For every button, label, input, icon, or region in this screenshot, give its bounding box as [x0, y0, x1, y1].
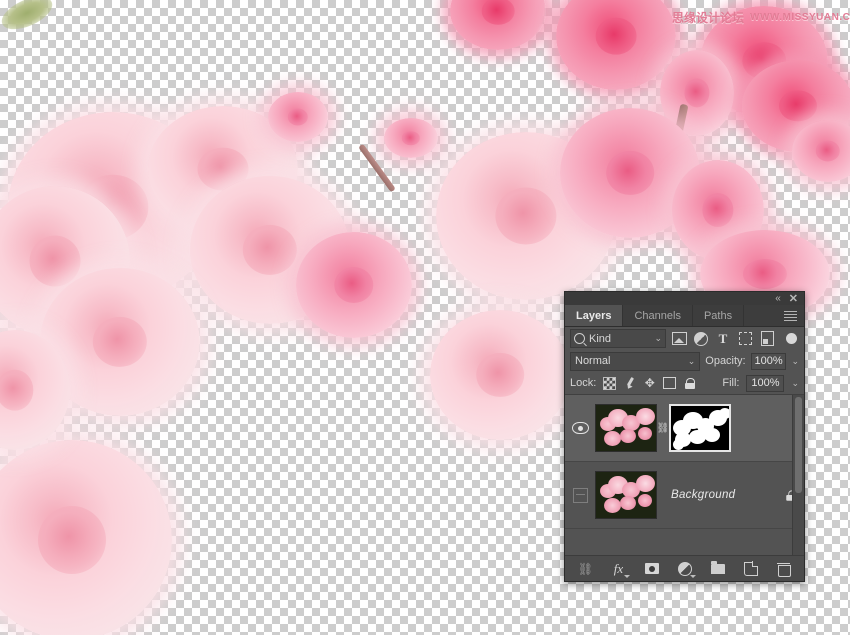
layer-thumbnail[interactable] — [595, 471, 657, 519]
trash-icon — [778, 563, 789, 575]
blend-mode-row: Normal ⌄ Opacity: 100% ⌄ — [565, 350, 804, 372]
layer-style-button[interactable]: fx — [611, 561, 626, 576]
adjustment-icon — [694, 332, 708, 346]
chevron-down-icon — [624, 575, 630, 578]
filter-adjustment-layers-button[interactable] — [692, 330, 710, 348]
blend-mode-dropdown[interactable]: Normal ⌄ — [570, 352, 700, 371]
new-group-button[interactable] — [710, 561, 725, 576]
rose-blossom — [384, 118, 438, 158]
filter-type-layers-button[interactable]: T — [714, 330, 732, 348]
layers-panel-footer: ⛓ fx — [565, 555, 804, 581]
layers-panel[interactable]: « ✕ Layers Channels Paths Kind ⌄ T Norma… — [564, 291, 805, 582]
chevron-down-icon — [690, 575, 696, 578]
tab-layers[interactable]: Layers — [565, 305, 623, 326]
watermark: 思缘设计论坛 WWW.MISSYUAN.COM — [672, 9, 844, 25]
opacity-slider-chevron-icon[interactable]: ⌄ — [791, 357, 799, 366]
filter-smart-objects-button[interactable] — [758, 330, 776, 348]
fill-label: Fill: — [722, 377, 739, 389]
checkerboard-icon — [603, 377, 616, 390]
delete-layer-button[interactable] — [776, 561, 791, 576]
mask-link-icon[interactable]: ⛓ — [657, 423, 669, 434]
filter-kind-dropdown[interactable]: Kind ⌄ — [570, 329, 666, 348]
filter-shape-layers-button[interactable] — [736, 330, 754, 348]
new-adjustment-layer-button[interactable] — [677, 561, 692, 576]
move-icon: ✥ — [644, 377, 656, 389]
opacity-input[interactable]: 100% — [751, 353, 787, 370]
rose-leaf — [0, 0, 57, 36]
filter-kind-label: Kind — [589, 333, 650, 345]
rose-blossom — [296, 232, 412, 338]
layer-thumbnail[interactable] — [595, 404, 657, 452]
table-row[interactable]: Background — [565, 462, 804, 529]
type-icon: T — [719, 332, 728, 345]
rose-blossom — [556, 0, 676, 90]
eye-off-icon — [573, 488, 588, 503]
chevron-down-icon: ⌄ — [688, 357, 696, 366]
lock-transparent-pixels-button[interactable] — [603, 377, 616, 390]
shape-icon — [739, 332, 752, 345]
watermark-en: WWW.MISSYUAN.COM — [750, 12, 850, 23]
lock-all-button[interactable] — [683, 377, 696, 390]
panel-tabs: Layers Channels Paths — [565, 305, 804, 327]
new-layer-button[interactable] — [743, 561, 758, 576]
fill-slider-chevron-icon[interactable]: ⌄ — [791, 379, 799, 388]
rose-blossom — [0, 440, 172, 635]
layer-name[interactable]: Background — [657, 489, 778, 501]
table-row[interactable]: ⛓ — [565, 395, 804, 462]
layer-filter-row: Kind ⌄ T — [565, 327, 804, 350]
adjustment-icon — [678, 562, 692, 576]
lock-artboard-button[interactable] — [663, 377, 676, 390]
close-panel-icon[interactable]: ✕ — [789, 294, 798, 304]
add-layer-mask-button[interactable] — [644, 561, 659, 576]
opacity-label: Opacity: — [705, 355, 745, 367]
watermark-cn: 思缘设计论坛 — [672, 9, 744, 26]
rose-blossom — [792, 120, 850, 182]
search-icon — [574, 333, 585, 344]
image-icon — [672, 332, 687, 345]
filter-enable-toggle[interactable] — [786, 333, 797, 344]
scrollbar-thumb[interactable] — [795, 397, 802, 493]
panel-menu-icon[interactable] — [777, 305, 804, 326]
smart-object-icon — [761, 331, 774, 346]
fx-icon: fx — [614, 562, 623, 575]
lock-row: Lock: ✥ Fill: 100% ⌄ — [565, 372, 804, 395]
lock-icon — [685, 378, 695, 389]
eye-icon — [572, 422, 589, 434]
folder-icon — [711, 564, 725, 574]
rose-blossom — [430, 310, 570, 440]
layer-mask-thumbnail[interactable] — [669, 404, 731, 452]
rose-blossom — [268, 92, 328, 142]
tab-paths[interactable]: Paths — [693, 305, 744, 326]
lock-image-pixels-button[interactable] — [623, 377, 636, 390]
panel-titlebar: « ✕ — [565, 292, 804, 305]
layer-list[interactable]: ⛓ — [565, 395, 804, 555]
lock-label: Lock: — [570, 377, 596, 389]
filter-pixel-layers-button[interactable] — [670, 330, 688, 348]
brush-icon — [624, 377, 636, 389]
mask-icon — [645, 563, 659, 574]
artboard-icon — [664, 377, 676, 389]
layer-visibility-toggle[interactable] — [565, 462, 595, 528]
link-icon: ⛓ — [578, 563, 593, 575]
tab-channels[interactable]: Channels — [623, 305, 692, 326]
lock-position-button[interactable]: ✥ — [643, 377, 656, 390]
link-layers-button[interactable]: ⛓ — [578, 561, 593, 576]
new-layer-icon — [744, 562, 758, 576]
fill-input[interactable]: 100% — [746, 375, 784, 392]
chevron-down-icon: ⌄ — [654, 334, 662, 343]
rose-blossom — [450, 0, 546, 50]
blend-mode-value: Normal — [575, 355, 688, 367]
collapse-panel-icon[interactable]: « — [775, 294, 781, 304]
layer-visibility-toggle[interactable] — [565, 395, 595, 461]
layers-vertical-scrollbar[interactable] — [792, 395, 804, 555]
